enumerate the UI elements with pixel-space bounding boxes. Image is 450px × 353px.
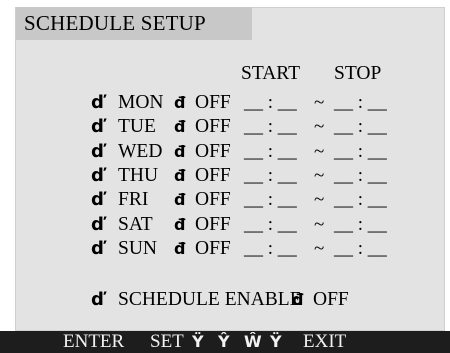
setting-separator-icon: đ (174, 166, 186, 185)
stop-time-field[interactable]: __ : __ (334, 92, 387, 114)
start-time-field[interactable]: __ : __ (244, 189, 297, 211)
select-marker-icon: ď (91, 214, 104, 235)
select-marker-icon: ď (91, 189, 104, 210)
select-marker-icon: ď (91, 238, 104, 259)
select-marker-icon: ď (91, 165, 104, 186)
start-time-field[interactable]: __ : __ (244, 141, 297, 163)
range-tilde: ~ (314, 116, 325, 137)
select-marker-icon: ď (91, 92, 104, 113)
select-marker-icon: ď (91, 141, 104, 162)
start-time-field[interactable]: __ : __ (244, 165, 297, 187)
footer-bar: ENTER SET Ÿ Ŷ Ŵ Ÿ EXIT (0, 331, 450, 353)
day-label: THU (118, 165, 159, 186)
range-tilde: ~ (314, 238, 325, 259)
schedule-enable-label: SCHEDULE ENABLE (118, 289, 302, 310)
setting-separator-icon: đ (174, 117, 186, 136)
day-label: TUE (118, 116, 156, 137)
start-column-header: START (241, 63, 301, 84)
stop-time-field[interactable]: __ : __ (334, 189, 387, 211)
range-tilde: ~ (314, 214, 325, 235)
day-state-value[interactable]: OFF (195, 165, 231, 187)
setting-separator-icon: đ (174, 93, 186, 112)
page-title: SCHEDULE SETUP (16, 7, 252, 40)
range-tilde: ~ (314, 92, 325, 113)
start-time-field[interactable]: __ : __ (244, 116, 297, 138)
day-state-value[interactable]: OFF (195, 189, 231, 211)
start-time-field[interactable]: __ : __ (244, 238, 297, 260)
start-time-field[interactable]: __ : __ (244, 92, 297, 114)
range-tilde: ~ (314, 141, 325, 162)
select-marker-icon: ď (91, 116, 104, 137)
set-label: SET (150, 331, 184, 352)
day-label: WED (118, 141, 163, 162)
day-label: SUN (118, 238, 158, 259)
day-label: MON (118, 92, 164, 113)
day-state-value[interactable]: OFF (195, 214, 231, 236)
setting-separator-icon: đ (174, 190, 186, 209)
setting-separator-icon: đ (174, 215, 186, 234)
enter-label: ENTER (63, 331, 125, 352)
stop-column-header: STOP (334, 63, 382, 84)
day-label: FRI (118, 189, 149, 210)
stop-time-field[interactable]: __ : __ (334, 214, 387, 236)
day-state-value[interactable]: OFF (195, 238, 231, 260)
day-state-value[interactable]: OFF (195, 116, 231, 138)
down-arrow-icon: Ŷ (218, 332, 230, 351)
setting-separator-icon: đ (292, 290, 304, 309)
start-time-field[interactable]: __ : __ (244, 214, 297, 236)
stop-time-field[interactable]: __ : __ (334, 165, 387, 187)
day-state-value[interactable]: OFF (195, 92, 231, 114)
stop-time-field[interactable]: __ : __ (334, 116, 387, 138)
stop-time-field[interactable]: __ : __ (334, 141, 387, 163)
osd-screen: SCHEDULE SETUP START STOP ď MON đ OFF __ : _… (0, 0, 450, 353)
range-tilde: ~ (314, 189, 325, 210)
exit-label: EXIT (303, 331, 347, 352)
right-arrow-icon: Ÿ (270, 332, 282, 351)
setting-separator-icon: đ (174, 239, 186, 258)
up-arrow-icon: Ÿ (192, 332, 204, 351)
schedule-enable-value[interactable]: OFF (313, 289, 349, 311)
day-label: SAT (118, 214, 153, 235)
range-tilde: ~ (314, 165, 325, 186)
stop-time-field[interactable]: __ : __ (334, 238, 387, 260)
select-marker-icon: ď (91, 289, 104, 310)
day-state-value[interactable]: OFF (195, 141, 231, 163)
left-arrow-icon: Ŵ (244, 332, 262, 351)
setting-separator-icon: đ (174, 142, 186, 161)
